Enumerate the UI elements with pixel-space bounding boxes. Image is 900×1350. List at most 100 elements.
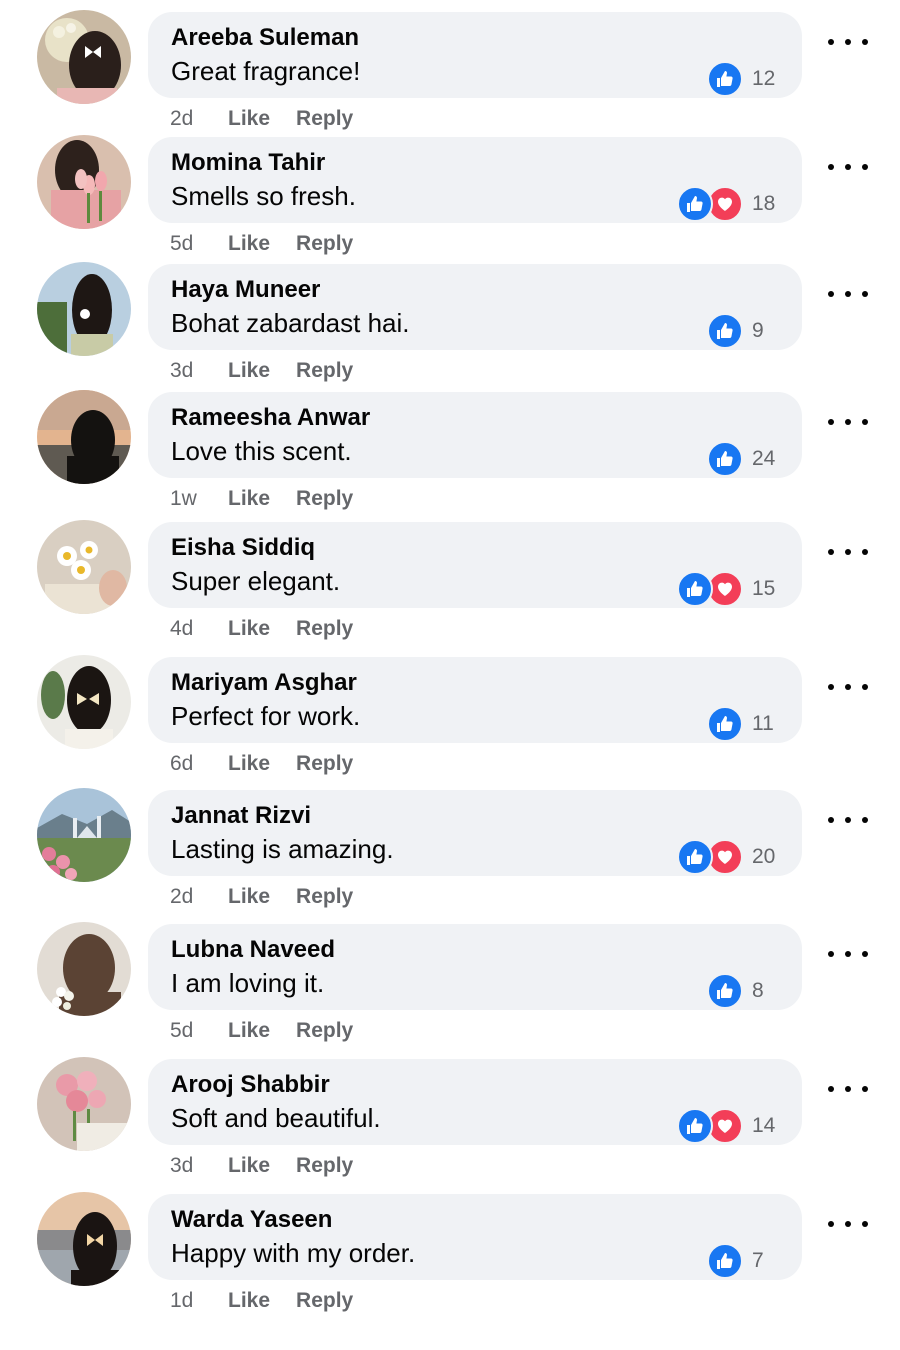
- more-options-icon[interactable]: [828, 1079, 868, 1099]
- more-options-icon[interactable]: [828, 157, 868, 177]
- reply-button[interactable]: Reply: [296, 1019, 353, 1043]
- comment-timestamp[interactable]: 6d: [170, 752, 228, 776]
- like-button[interactable]: Like: [228, 107, 270, 131]
- avatar[interactable]: [37, 1057, 131, 1151]
- comment-author[interactable]: Jannat Rizvi: [171, 802, 311, 830]
- reply-button[interactable]: Reply: [296, 885, 353, 909]
- reaction-summary[interactable]: 15: [677, 571, 776, 607]
- comment-actions: 5d Like Reply: [170, 232, 379, 256]
- comment-timestamp[interactable]: 4d: [170, 617, 228, 641]
- comment-text: Super elegant.: [171, 566, 341, 596]
- comment-text: Great fragrance!: [171, 56, 361, 86]
- comment-author[interactable]: Momina Tahir: [171, 149, 325, 177]
- comment-author[interactable]: Areeba Suleman: [171, 24, 359, 52]
- comment-bubble: Jannat Rizvi Lasting is amazing. 20: [148, 790, 802, 876]
- comment-actions: 3d Like Reply: [170, 359, 379, 383]
- comment-item: Momina Tahir Smells so fresh. 18 5d Like Repl…: [0, 135, 900, 265]
- comment-author[interactable]: Lubna Naveed: [171, 936, 335, 964]
- comment-bubble: Arooj Shabbir Soft and beautiful. 14: [148, 1059, 802, 1145]
- comment-author[interactable]: Warda Yaseen: [171, 1206, 332, 1234]
- reaction-count: 15: [752, 577, 776, 600]
- comment-item: Rameesha Anwar Love this scent. 24 1w Like Re…: [0, 390, 900, 520]
- reply-button[interactable]: Reply: [296, 1289, 353, 1313]
- comment-timestamp[interactable]: 2d: [170, 885, 228, 909]
- comment-timestamp[interactable]: 1w: [170, 487, 228, 511]
- reaction-summary[interactable]: 8: [707, 973, 776, 1009]
- comment-actions: 2d Like Reply: [170, 107, 379, 131]
- avatar[interactable]: [37, 655, 131, 749]
- like-button[interactable]: Like: [228, 487, 270, 511]
- avatar[interactable]: [37, 788, 131, 882]
- comment-item: Jannat Rizvi Lasting is amazing. 20 2d Like R…: [0, 788, 900, 918]
- more-options-icon[interactable]: [828, 542, 868, 562]
- comment-timestamp[interactable]: 3d: [170, 359, 228, 383]
- reply-button[interactable]: Reply: [296, 487, 353, 511]
- reaction-count: 8: [752, 979, 764, 1002]
- like-button[interactable]: Like: [228, 752, 270, 776]
- reaction-summary[interactable]: 24: [707, 441, 776, 477]
- reaction-summary[interactable]: 11: [707, 706, 776, 742]
- like-icon: [707, 313, 743, 349]
- comment-bubble: Mariyam Asghar Perfect for work. 11: [148, 657, 802, 743]
- comment-timestamp[interactable]: 2d: [170, 107, 228, 131]
- comment-author[interactable]: Haya Muneer: [171, 276, 320, 304]
- reaction-summary[interactable]: 14: [677, 1108, 776, 1144]
- like-button[interactable]: Like: [228, 885, 270, 909]
- like-icon: [707, 973, 743, 1009]
- comment-author[interactable]: Rameesha Anwar: [171, 404, 370, 432]
- like-icon: [707, 441, 743, 477]
- reaction-summary[interactable]: 18: [677, 186, 776, 222]
- avatar[interactable]: [37, 922, 131, 1016]
- comment-bubble: Lubna Naveed I am loving it. 8: [148, 924, 802, 1010]
- avatar[interactable]: [37, 262, 131, 356]
- comment-item: Mariyam Asghar Perfect for work. 11 6d Like R…: [0, 655, 900, 785]
- reply-button[interactable]: Reply: [296, 752, 353, 776]
- like-icon: [707, 1243, 743, 1279]
- reply-button[interactable]: Reply: [296, 232, 353, 256]
- avatar[interactable]: [37, 390, 131, 484]
- like-button[interactable]: Like: [228, 1154, 270, 1178]
- comment-item: Haya Muneer Bohat zabardast hai. 9 3d Like Re…: [0, 262, 900, 392]
- reaction-summary[interactable]: 7: [707, 1243, 776, 1279]
- comment-author[interactable]: Mariyam Asghar: [171, 669, 357, 697]
- reply-button[interactable]: Reply: [296, 617, 353, 641]
- comment-author[interactable]: Arooj Shabbir: [171, 1071, 330, 1099]
- reply-button[interactable]: Reply: [296, 359, 353, 383]
- like-button[interactable]: Like: [228, 617, 270, 641]
- more-options-icon[interactable]: [828, 677, 868, 697]
- avatar[interactable]: [37, 135, 131, 229]
- reply-button[interactable]: Reply: [296, 1154, 353, 1178]
- more-options-icon[interactable]: [828, 412, 868, 432]
- comment-text: Lasting is amazing.: [171, 834, 394, 864]
- reaction-summary[interactable]: 20: [677, 839, 776, 875]
- avatar[interactable]: [37, 1192, 131, 1286]
- reply-button[interactable]: Reply: [296, 107, 353, 131]
- comment-actions: 5d Like Reply: [170, 1019, 379, 1043]
- like-icon: [677, 1108, 713, 1144]
- more-options-icon[interactable]: [828, 284, 868, 304]
- comment-timestamp[interactable]: 5d: [170, 232, 228, 256]
- comment-bubble: Momina Tahir Smells so fresh. 18: [148, 137, 802, 223]
- comment-actions: 3d Like Reply: [170, 1154, 379, 1178]
- like-button[interactable]: Like: [228, 1019, 270, 1043]
- like-button[interactable]: Like: [228, 232, 270, 256]
- comment-actions: 6d Like Reply: [170, 752, 379, 776]
- like-button[interactable]: Like: [228, 359, 270, 383]
- comment-timestamp[interactable]: 5d: [170, 1019, 228, 1043]
- reaction-summary[interactable]: 9: [707, 313, 776, 349]
- comment-author[interactable]: Eisha Siddiq: [171, 534, 315, 562]
- more-options-icon[interactable]: [828, 32, 868, 52]
- avatar[interactable]: [37, 10, 131, 104]
- reaction-summary[interactable]: 12: [707, 61, 776, 97]
- comment-actions: 2d Like Reply: [170, 885, 379, 909]
- comment-text: Happy with my order.: [171, 1238, 416, 1268]
- avatar[interactable]: [37, 520, 131, 614]
- like-button[interactable]: Like: [228, 1289, 270, 1313]
- comment-bubble: Areeba Suleman Great fragrance! 12: [148, 12, 802, 98]
- comment-timestamp[interactable]: 1d: [170, 1289, 228, 1313]
- more-options-icon[interactable]: [828, 1214, 868, 1234]
- more-options-icon[interactable]: [828, 944, 868, 964]
- comment-timestamp[interactable]: 3d: [170, 1154, 228, 1178]
- like-icon: [677, 186, 713, 222]
- more-options-icon[interactable]: [828, 810, 868, 830]
